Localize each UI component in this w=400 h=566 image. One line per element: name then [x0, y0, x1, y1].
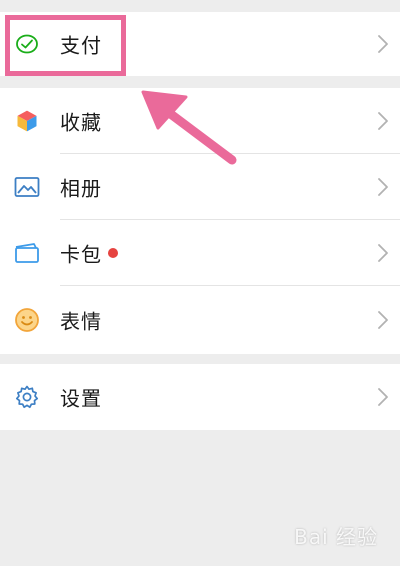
chevron-right-icon	[378, 311, 388, 329]
menu-item-album[interactable]: 相册	[0, 154, 400, 220]
chevron-right-icon	[378, 244, 388, 262]
menu-item-settings[interactable]: 设置	[0, 364, 400, 430]
picture-icon	[13, 173, 41, 201]
chevron-right-icon	[378, 112, 388, 130]
chevron-right-icon	[378, 178, 388, 196]
menu-item-label: 设置	[60, 386, 102, 411]
watermark: Bai 经验	[294, 525, 378, 549]
notification-dot	[108, 248, 118, 258]
smiley-icon	[13, 306, 41, 334]
chevron-right-icon	[378, 35, 388, 53]
chevron-right-icon	[378, 388, 388, 406]
settings-group: 设置	[0, 364, 400, 430]
menu-item-label: 表情	[60, 309, 102, 334]
menu-item-favorites[interactable]: 收藏	[0, 88, 400, 154]
wechat-me-menu-screen: 支付 收藏 相册 卡包 表情 设置 Bai 经验	[0, 0, 400, 566]
menu-item-label: 相册	[60, 176, 102, 201]
features-group: 收藏 相册 卡包 表情	[0, 88, 400, 354]
menu-item-label: 收藏	[60, 110, 102, 135]
cube-icon	[13, 107, 41, 135]
highlight-box-annotation	[5, 15, 126, 76]
menu-item-stickers[interactable]: 表情	[0, 286, 400, 354]
menu-item-label: 卡包	[60, 242, 102, 267]
menu-item-card-wallet[interactable]: 卡包	[0, 220, 400, 286]
gear-icon	[13, 383, 41, 411]
card-icon	[13, 239, 41, 267]
